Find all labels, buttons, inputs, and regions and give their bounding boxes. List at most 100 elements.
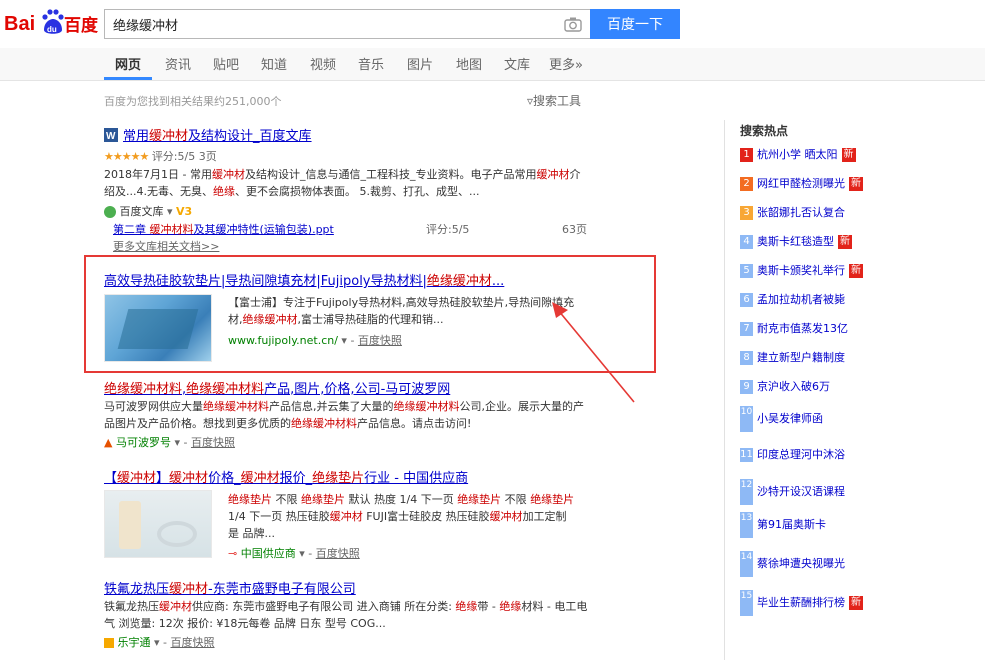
result-1-source[interactable]: 百度文库 ▾ V3 <box>104 203 192 219</box>
result-5-title[interactable]: 铁氟龙热压缓冲材-东莞市盛野电子有限公司 <box>104 578 356 597</box>
result-4-thumbnail[interactable] <box>104 490 212 558</box>
svg-text:W: W <box>106 131 116 142</box>
keyword-highlight: 缓冲材 <box>149 129 189 144</box>
svg-text:du: du <box>47 25 57 34</box>
tab-map[interactable]: 地图 <box>456 54 482 73</box>
camera-icon[interactable] <box>564 16 582 32</box>
result-3-snapshot-link[interactable]: 百度快照 <box>191 436 235 449</box>
active-tab-indicator <box>104 77 152 80</box>
dropdown-caret-icon[interactable]: ▾ <box>299 547 305 560</box>
result-3-source[interactable]: 马可波罗号 <box>116 436 171 449</box>
dropdown-caret-icon[interactable]: ▾ <box>154 636 160 649</box>
hot-rank-badge: 13 <box>740 512 753 538</box>
keyword-highlight: 缓冲材 <box>329 510 363 523</box>
hot-search-item[interactable]: 7 耐克市值蒸发13亿 <box>740 320 848 336</box>
result-2-url[interactable]: www.fujipoly.net.cn/ <box>228 334 338 347</box>
search-button[interactable]: 百度一下 <box>590 9 680 39</box>
result-5-snapshot-link[interactable]: 百度快照 <box>171 636 215 649</box>
tab-wenku[interactable]: 文库 <box>504 54 530 73</box>
keyword-highlight: 绝缘垫片 <box>457 493 502 506</box>
dropdown-caret-icon[interactable]: ▾ <box>341 334 347 347</box>
hot-search-text[interactable]: 孟加拉劫机者被毙 <box>757 293 845 306</box>
new-badge: 新 <box>841 148 856 162</box>
word-doc-icon: W <box>104 127 118 142</box>
result-3-snippet: 马可波罗网供应大量绝缘缓冲材料产品信息,并云集了大量的绝缘缓冲材料公司,企业。展… <box>104 400 584 430</box>
result-1-subdoc-row: 第二章 缓冲材料及其缓冲特性(运输包装).ppt 评分:5/5 63页 <box>113 221 593 238</box>
hot-search-text[interactable]: 第91届奥斯卡 <box>757 518 826 531</box>
keyword-highlight: 绝缘垫片 <box>530 493 575 506</box>
hot-search-item[interactable]: 3 张韶娜扎否认复合 <box>740 204 845 220</box>
hot-rank-badge: 12 <box>740 479 753 505</box>
hot-search-text[interactable]: 蔡徐坤遭央视曝光 <box>757 557 845 570</box>
tab-music[interactable]: 音乐 <box>358 54 384 73</box>
result-2-title[interactable]: 高效导热硅胶软垫片|导热间隙填充材|Fujipoly导热材料|绝缘缓冲材... <box>104 270 504 289</box>
hot-rank-badge: 9 <box>740 380 753 394</box>
hot-search-text[interactable]: 建立新型户籍制度 <box>757 351 845 364</box>
hot-search-item[interactable]: 12 沙特开设汉语课程 <box>740 479 845 505</box>
result-2-thumbnail[interactable] <box>104 294 212 362</box>
result-1-subdoc-pages: 63页 <box>562 223 587 236</box>
more-docs-link[interactable]: 更多文库相关文档>> <box>113 240 219 253</box>
tab-video[interactable]: 视频 <box>310 54 336 73</box>
keyword-highlight: 绝缘垫片 <box>228 493 272 506</box>
tab-tieba[interactable]: 贴吧 <box>213 54 239 73</box>
hot-search-text[interactable]: 网红甲醛检测曝光 <box>757 177 845 190</box>
result-3-title[interactable]: 绝缘缓冲材料,绝缘缓冲材料产品,图片,价格,公司-马可波罗网 <box>104 378 450 397</box>
keyword-highlight: 缓冲材 <box>240 471 280 486</box>
hot-search-text[interactable]: 印度总理河中沐浴 <box>757 448 845 461</box>
hot-search-text[interactable]: 毕业生薪酬排行榜 <box>757 596 845 609</box>
new-badge: 新 <box>849 177 863 191</box>
hot-search-item[interactable]: 10 小吴发律师函 <box>740 406 823 432</box>
result-4-snippet: 绝缘垫片 不限 绝缘垫片 默认 热度 1/4 下一页 绝缘垫片 不限 绝缘垫片 … <box>228 493 575 540</box>
result-1-title[interactable]: W 常用缓冲材及结构设计_百度文库 <box>104 125 312 144</box>
result-1-source-label: 百度文库 <box>119 205 164 218</box>
hot-rank-badge: 1 <box>740 148 753 162</box>
result-1-snippet: 2018年7月1日 - 常用缓冲材及结构设计_信息与通信_工程科技_专业资料。电… <box>104 168 581 198</box>
hot-search-item[interactable]: 5 奥斯卡颁奖礼举行新 <box>740 262 863 278</box>
keyword-highlight: 绝缘缓冲材 <box>242 313 298 326</box>
hot-search-item[interactable]: 8 建立新型户籍制度 <box>740 349 845 365</box>
hot-search-item[interactable]: 1 杭州小学 晒太阳新 <box>740 146 856 162</box>
hot-search-text[interactable]: 小吴发律师函 <box>757 412 823 425</box>
tab-news[interactable]: 资讯 <box>165 54 191 73</box>
keyword-highlight: 缓冲材 <box>169 582 209 597</box>
dropdown-caret-icon[interactable]: ▾ <box>174 436 180 449</box>
search-input[interactable] <box>113 10 543 38</box>
dropdown-caret-icon[interactable]: ▾ <box>167 205 173 218</box>
tab-more[interactable]: 更多» <box>549 54 583 73</box>
hot-search-item[interactable]: 13 第91届奥斯卡 <box>740 512 826 538</box>
hot-search-item[interactable]: 4 奥斯卡红毯造型新 <box>740 233 852 249</box>
keyword-highlight: 绝缘缓冲材料 <box>203 400 269 413</box>
hot-search-text[interactable]: 沙特开设汉语课程 <box>757 485 845 498</box>
hot-search-item[interactable]: 11 印度总理河中沐浴 <box>740 446 845 462</box>
tab-images[interactable]: 图片 <box>407 54 433 73</box>
hot-search-item[interactable]: 15 毕业生薪酬排行榜新 <box>740 590 863 616</box>
vip-badge-icon: V3 <box>176 205 193 218</box>
hot-search-text[interactable]: 京沪收入破6万 <box>757 380 830 393</box>
result-1-more-docs[interactable]: 更多文库相关文档>> <box>113 238 219 255</box>
hot-search-item[interactable]: 6 孟加拉劫机者被毙 <box>740 291 845 307</box>
result-2-snapshot-link[interactable]: 百度快照 <box>358 334 402 347</box>
new-badge: 新 <box>838 235 852 249</box>
tab-zhidao[interactable]: 知道 <box>261 54 287 73</box>
result-1-subdoc-link[interactable]: 第二章 缓冲材料及其缓冲特性(运输包装).ppt <box>113 223 334 236</box>
baidu-logo[interactable]: Bai du 百度 <box>4 8 100 38</box>
hot-search-text[interactable]: 杭州小学 晒太阳 <box>757 148 838 161</box>
hot-search-text[interactable]: 奥斯卡颁奖礼举行 <box>757 264 845 277</box>
result-4-title[interactable]: 【缓冲材】缓冲材价格_缓冲材报价_绝缘垫片行业 - 中国供应商 <box>104 467 468 486</box>
result-4-source[interactable]: 中国供应商 <box>241 547 296 560</box>
result-4-snapshot-link[interactable]: 百度快照 <box>316 547 360 560</box>
hot-search-item[interactable]: 9 京沪收入破6万 <box>740 378 830 394</box>
hot-search-text[interactable]: 耐克市值蒸发13亿 <box>757 322 848 335</box>
hot-rank-badge: 5 <box>740 264 753 278</box>
tab-web[interactable]: 网页 <box>115 54 141 73</box>
hot-search-text[interactable]: 奥斯卡红毯造型 <box>757 235 834 248</box>
result-1-subdoc-rating: 评分:5/5 <box>426 223 470 236</box>
search-tools-button[interactable]: ▿搜索工具 <box>527 92 581 109</box>
hot-search-text[interactable]: 张韶娜扎否认复合 <box>757 206 845 219</box>
keyword-highlight: 缓冲材 <box>536 168 570 181</box>
hot-search-item[interactable]: 14 蔡徐坤遭央视曝光 <box>740 551 845 577</box>
result-5-source[interactable]: 乐宇通 <box>118 636 151 649</box>
hot-search-item[interactable]: 2 网红甲醛检测曝光新 <box>740 175 863 191</box>
keyword-highlight: 绝缘垫片 <box>301 493 345 506</box>
